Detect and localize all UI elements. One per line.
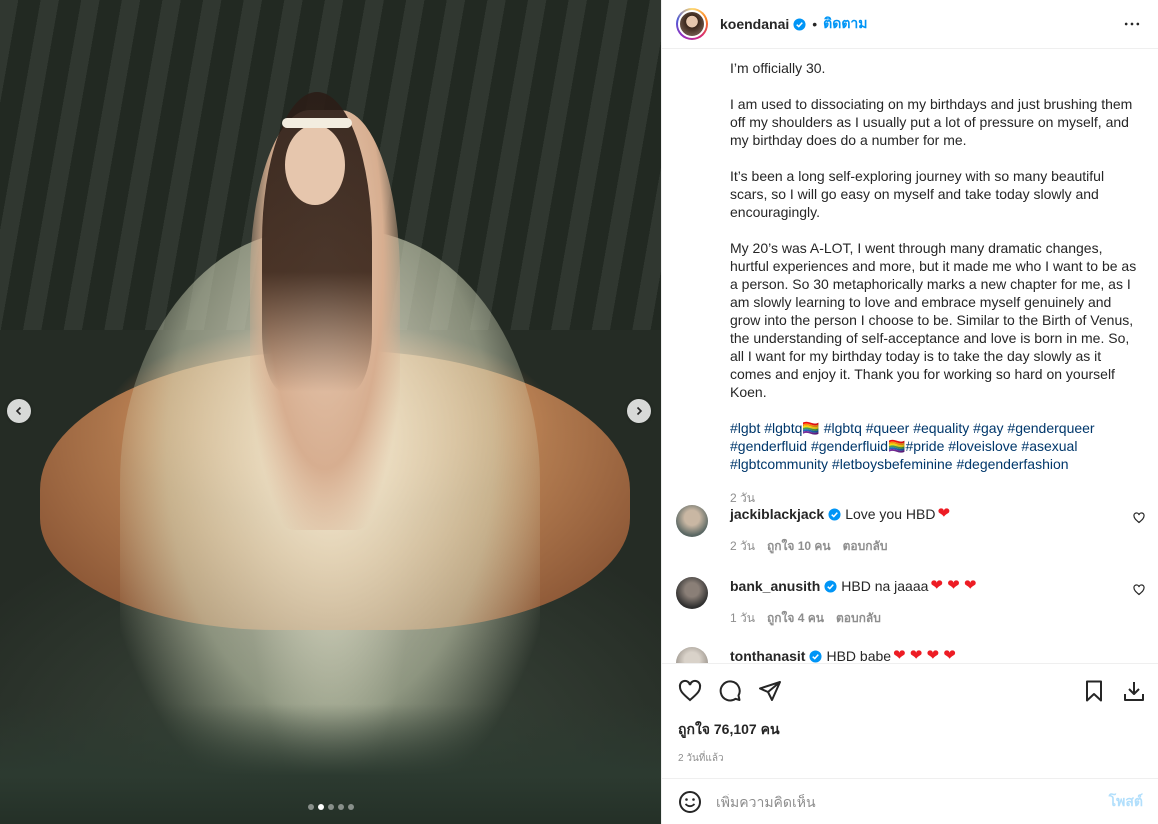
comment-text: Love you HBD <box>845 506 936 522</box>
comment-like-count[interactable]: ถูกใจ 4 คน <box>767 609 824 628</box>
post-timestamp: 2 วันที่แล้ว <box>678 753 724 764</box>
post-side-panel: koendanai • ติดตาม I’m officially 30. I … <box>661 0 1158 824</box>
comment-item: jackiblackjack Love you HBD ❤ 2 วัน ถูกใ… <box>676 505 1145 556</box>
carousel-dot <box>337 804 344 810</box>
comment-like-icon[interactable] <box>1133 512 1145 524</box>
author-username[interactable]: koendanai <box>720 16 789 32</box>
carousel-dot-active <box>317 804 324 810</box>
heart-emoji: ❤ <box>937 505 951 522</box>
post-caption: I’m officially 30. I am used to dissocia… <box>730 59 1144 508</box>
caption-paragraph: It’s been a long self-exploring journey … <box>730 168 1108 220</box>
carousel-dot <box>307 804 314 810</box>
comment-text: HBD na jaaaa <box>841 578 929 594</box>
share-icon[interactable] <box>758 679 782 703</box>
verified-badge-icon <box>809 649 822 663</box>
download-icon[interactable] <box>1122 679 1146 703</box>
caption-paragraph: I am used to dissociating on my birthday… <box>730 96 1137 148</box>
comment-item: tonthanasit HBD babe ❤ ❤ ❤ ❤ <box>676 647 1145 663</box>
more-options-icon[interactable] <box>1120 12 1144 36</box>
heart-emoji: ❤ ❤ ❤ ❤ <box>893 647 956 663</box>
post-dialog: koendanai • ติดตาม I’m officially 30. I … <box>0 0 1158 824</box>
post-comment-button[interactable]: โพสต์ <box>1109 791 1143 813</box>
comment-composer: โพสต์ <box>662 778 1158 824</box>
emoji-icon[interactable] <box>678 790 702 814</box>
caption-paragraph: My 20’s was A-LOT, I went through many d… <box>730 240 1141 400</box>
comment-like-icon[interactable] <box>1133 584 1145 596</box>
verified-badge-icon <box>793 17 806 31</box>
post-header: koendanai • ติดตาม <box>662 0 1158 49</box>
likes-count[interactable]: ถูกใจ 76,107 คน <box>662 719 1158 741</box>
carousel-indicator <box>0 804 661 810</box>
carousel-prev-button[interactable] <box>7 399 31 423</box>
comment-text: HBD babe <box>826 648 892 663</box>
post-actions-bar <box>662 663 1158 717</box>
post-media[interactable] <box>0 0 661 824</box>
carousel-dot <box>327 804 334 810</box>
caption-hashtags[interactable]: #lgbt #lgbtq🏳️‍🌈 #lgbtq #queer #equality… <box>730 419 1144 473</box>
comment-item: bank_anusith HBD na jaaaa ❤ ❤ ❤ 1 วัน ถู… <box>676 577 1145 628</box>
commenter-avatar[interactable] <box>676 647 708 663</box>
chevron-left-icon <box>15 406 22 416</box>
comments-scroll-area[interactable]: I’m officially 30. I am used to dissocia… <box>662 49 1158 663</box>
header-separator: • <box>812 16 818 32</box>
chevron-right-icon <box>636 406 643 416</box>
carousel-next-button[interactable] <box>627 399 651 423</box>
verified-badge-icon <box>824 579 837 593</box>
commenter-avatar[interactable] <box>676 505 708 537</box>
author-avatar[interactable] <box>676 8 708 40</box>
heart-emoji: ❤ ❤ ❤ <box>930 577 977 594</box>
comment-icon[interactable] <box>718 679 742 703</box>
commenter-username[interactable]: bank_anusith <box>730 577 820 595</box>
save-icon[interactable] <box>1082 679 1106 703</box>
reply-button[interactable]: ตอบกลับ <box>843 537 888 556</box>
pearl-crown <box>282 118 352 128</box>
reply-button[interactable]: ตอบกลับ <box>836 609 881 628</box>
comment-like-count[interactable]: ถูกใจ 10 คน <box>767 537 831 556</box>
verified-badge-icon <box>828 507 841 521</box>
model-face <box>285 125 345 205</box>
commenter-username[interactable]: tonthanasit <box>730 647 805 663</box>
follow-button[interactable]: ติดตาม <box>823 13 867 35</box>
comment-age: 1 วัน <box>730 611 755 625</box>
commenter-username[interactable]: jackiblackjack <box>730 505 824 523</box>
caption-paragraph: I’m officially 30. <box>730 60 826 76</box>
like-icon[interactable] <box>678 679 702 703</box>
comment-age: 2 วัน <box>730 539 755 553</box>
commenter-avatar[interactable] <box>676 577 708 609</box>
comment-input[interactable] <box>716 793 1109 810</box>
carousel-dot <box>347 804 354 810</box>
